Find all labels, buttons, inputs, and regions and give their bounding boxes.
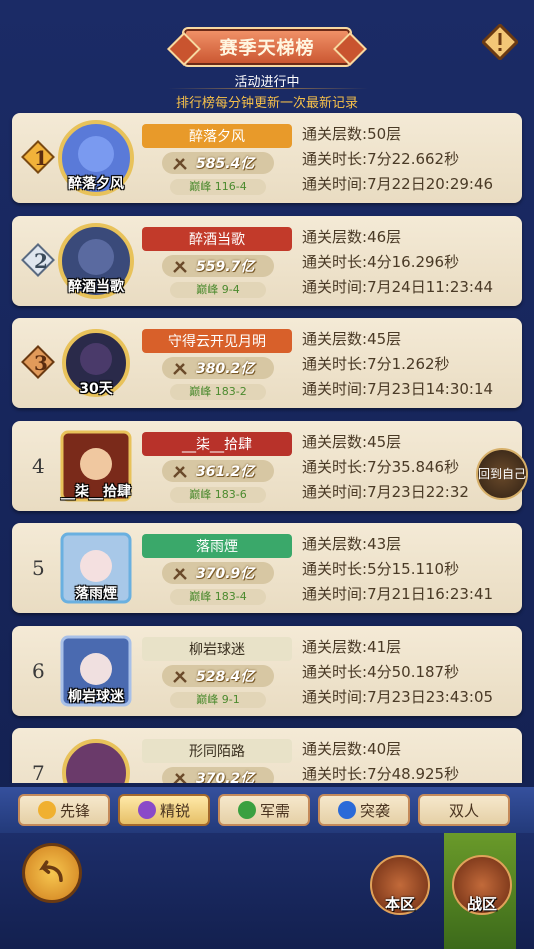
combat-power: 361.2亿 xyxy=(162,460,274,482)
combat-power: 528.4亿 xyxy=(162,665,274,687)
server-tag: 巅峰 9-1 xyxy=(170,692,266,708)
duration-line: 通关时长:5分15.110秒 xyxy=(302,560,460,578)
power-value: 370.2亿 xyxy=(196,771,255,783)
tab-vanguard[interactable]: 先锋 xyxy=(18,794,110,826)
duration-line: 通关时长:7分1.262秒 xyxy=(302,355,450,373)
page-title: 赛季天梯榜 xyxy=(182,27,352,67)
clear-time-line: 通关时间:7月23日23:43:05 xyxy=(302,688,494,706)
clear-time-line: 通关时间:7月21日16:23:41 xyxy=(302,585,494,603)
ranking-row-4[interactable]: 4 __柒__拾肆 __柒__拾肆 361.2亿 巅峰 183-6 通关层数:4… xyxy=(12,421,522,511)
avatar[interactable] xyxy=(56,733,136,783)
ranking-row-1[interactable]: 1 醉落夕风 醉落夕风 585.4亿 巅峰 116-4 通关层数:50层 通关时… xyxy=(12,113,522,203)
combat-power: 370.2亿 xyxy=(162,767,274,783)
player-name-banner: 醉落夕风 xyxy=(142,124,292,148)
sword-icon xyxy=(173,158,187,170)
player-name-banner: 落雨煙 xyxy=(142,534,292,558)
update-note: 排行榜每分钟更新一次最新记录 xyxy=(175,96,358,111)
tab-duo[interactable]: 双人 xyxy=(418,794,510,826)
rank-number: 4 xyxy=(32,454,45,478)
clear-time-line: 通关时间:7月23日22:32 xyxy=(302,483,469,501)
power-value: 559.7亿 xyxy=(196,259,255,275)
duration-line: 通关时长:7分35.846秒 xyxy=(302,458,460,476)
combat-power: 585.4亿 xyxy=(162,152,274,174)
ranking-list[interactable]: 1 醉落夕风 醉落夕风 585.4亿 巅峰 116-4 通关层数:50层 通关时… xyxy=(0,110,534,783)
rank-number: 6 xyxy=(32,659,45,683)
category-tabs: 先锋 精锐 军需 突袭 双人 xyxy=(0,787,534,833)
floors-line: 通关层数:43层 xyxy=(302,535,402,553)
floors-line: 通关层数:50层 xyxy=(302,125,402,143)
rank-number: 5 xyxy=(32,556,45,580)
sword-icon xyxy=(173,466,187,478)
player-name-banner: __柒__拾肆 xyxy=(142,432,292,456)
ranking-row-2[interactable]: 2 醉酒当歌 醉酒当歌 559.7亿 巅峰 9-4 通关层数:46层 通关时长:… xyxy=(12,216,522,306)
player-name-banner: 形同陌路 xyxy=(142,739,292,763)
bow-icon xyxy=(137,801,156,819)
avatar-name: 落雨煙 xyxy=(75,586,117,602)
warning-icon[interactable] xyxy=(482,24,518,60)
player-name-banner: 守得云开见月明 xyxy=(142,329,292,353)
combat-power: 370.9亿 xyxy=(162,562,274,584)
bottom-bar: 本区 战区 xyxy=(0,833,534,949)
ranking-row-5[interactable]: 5 落雨煙 落雨煙 370.9亿 巅峰 183-4 通关层数:43层 通关时长:… xyxy=(12,523,522,613)
floors-line: 通关层数:45层 xyxy=(302,433,402,451)
duration-line: 通关时长:7分22.662秒 xyxy=(302,150,460,168)
rank-number: 1 xyxy=(34,146,48,170)
clear-time-line: 通关时间:7月23日14:30:14 xyxy=(302,380,494,398)
back-arrow-icon[interactable] xyxy=(22,843,82,903)
power-value: 370.9亿 xyxy=(196,566,255,582)
avatar-name: 30天 xyxy=(79,381,113,397)
rank-number: 7 xyxy=(32,761,45,783)
clear-time-line: 通关时间:7月24日11:23:44 xyxy=(302,278,494,296)
shield-icon xyxy=(37,801,56,819)
avatar-name: 醉落夕风 xyxy=(68,176,124,192)
swirl-icon xyxy=(337,801,356,819)
ranking-row-7[interactable]: 7 形同陌路 370.2亿 通关层数:40层 通关时长:7分48.925秒 xyxy=(12,728,522,783)
avatar-name: 醉酒当歌 xyxy=(68,279,124,295)
server-tag: 巅峰 183-6 xyxy=(170,487,266,503)
duration-line: 通关时长:4分50.187秒 xyxy=(302,663,460,681)
war-zone-label: 战区 xyxy=(466,895,497,913)
rank-number: 2 xyxy=(34,249,48,273)
power-value: 380.2亿 xyxy=(196,361,255,377)
clear-time-line: 通关时间:7月22日20:29:46 xyxy=(302,175,494,193)
sword-icon xyxy=(173,671,187,683)
sword-icon xyxy=(173,363,187,375)
duration-line: 通关时长:4分16.296秒 xyxy=(302,253,460,271)
ranking-row-3[interactable]: 3 30天 守得云开见月明 380.2亿 巅峰 183-2 通关层数:45层 通… xyxy=(12,318,522,408)
floors-line: 通关层数:46层 xyxy=(302,228,402,246)
power-value: 361.2亿 xyxy=(196,464,255,480)
ranking-row-6[interactable]: 6 柳岩球迷 柳岩球迷 528.4亿 巅峰 9-1 通关层数:41层 通关时长:… xyxy=(12,626,522,716)
sword-icon xyxy=(173,773,187,783)
event-status: 活动进行中 xyxy=(234,75,300,90)
back-to-self-button[interactable]: 回到自己 xyxy=(476,448,528,500)
floors-line: 通关层数:45层 xyxy=(302,330,402,348)
player-name-banner: 醉酒当歌 xyxy=(142,227,292,251)
server-tag: 巅峰 9-4 xyxy=(170,282,266,298)
floors-line: 通关层数:41层 xyxy=(302,638,402,656)
server-tag: 巅峰 183-4 xyxy=(170,589,266,605)
server-tag: 巅峰 116-4 xyxy=(170,179,266,195)
sword-icon xyxy=(173,568,187,580)
duration-line: 通关时长:7分48.925秒 xyxy=(302,765,460,783)
combat-power: 380.2亿 xyxy=(162,357,274,379)
avatar-name: __柒__拾肆 xyxy=(61,484,131,500)
floors-line: 通关层数:40层 xyxy=(302,740,402,758)
power-value: 585.4亿 xyxy=(196,156,255,172)
sword-icon xyxy=(173,261,187,273)
leaf-icon xyxy=(237,801,256,819)
tab-raid[interactable]: 突袭 xyxy=(318,794,410,826)
server-tag: 巅峰 183-2 xyxy=(170,384,266,400)
avatar-name: 柳岩球迷 xyxy=(68,689,124,705)
tab-elite[interactable]: 精锐 xyxy=(118,794,210,826)
combat-power: 559.7亿 xyxy=(162,255,274,277)
power-value: 528.4亿 xyxy=(196,669,255,685)
tab-supply[interactable]: 军需 xyxy=(218,794,310,826)
region-label: 本区 xyxy=(384,895,415,913)
player-name-banner: 柳岩球迷 xyxy=(142,637,292,661)
rank-number: 3 xyxy=(34,351,48,375)
